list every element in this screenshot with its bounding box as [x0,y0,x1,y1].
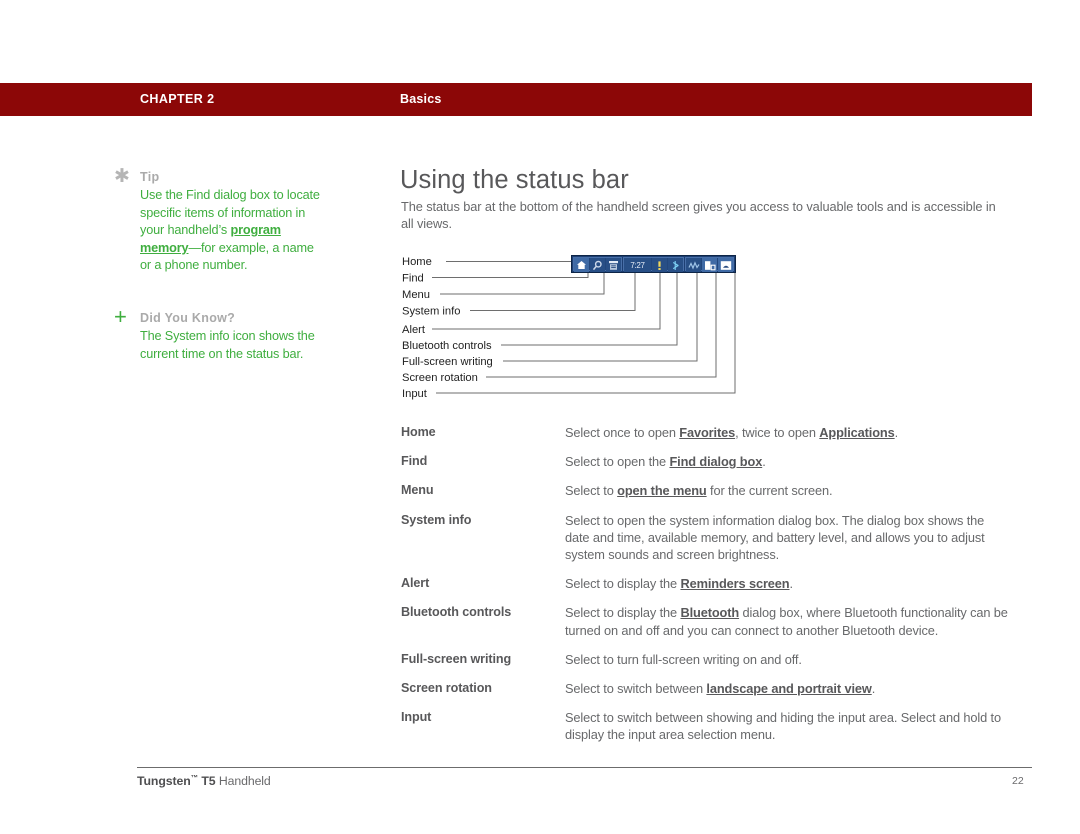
bluetooth-icon[interactable] [668,258,683,272]
callout-label-alert: Alert [402,324,426,336]
desc-text: . [789,576,794,592]
xref-reminders-screen[interactable]: Reminders screen [680,576,789,591]
callout-label-bluetooth-controls: Bluetooth controls [402,340,492,352]
definition-row: System info Select to open the system in… [401,512,1011,564]
chapter-label: CHAPTER 2 [140,92,215,106]
xref-bluetooth[interactable]: Bluetooth [680,605,739,620]
footer-product-name: Tungsten™ T5 Handheld [137,773,271,788]
definition-desc-find: Select to open the Find dialog box. [565,453,1011,470]
definition-term-alert: Alert [401,576,430,591]
desc-text: Select to switch between [565,681,707,697]
definition-row: Full-screen writing Select to turn full-… [401,651,1011,668]
callout-label-find: Find [402,273,424,285]
section-label: Basics [400,92,442,106]
footer-model: T5 [198,774,219,788]
definition-row: Menu Select to open the menu for the cur… [401,482,1011,499]
definition-term-input: Input [401,710,432,725]
home-icon[interactable] [574,258,589,272]
status-bar-group-left [573,257,622,272]
system-info-time[interactable]: 7:27 [624,258,651,272]
definition-desc-bluetooth-controls: Select to display the Bluetooth dialog b… [565,604,1011,638]
callout-label-input: Input [402,388,428,400]
leader-line-alert [432,271,661,330]
definition-row: Input Select to switch between showing a… [401,709,1011,743]
desc-text: . [871,681,876,697]
definition-term-home: Home [401,425,436,439]
page-number: 22 [1012,775,1024,787]
definition-row: Screen rotation Select to switch between… [401,680,1011,697]
definition-desc-system-info: Select to open the system information di… [565,512,985,563]
desc-text: Select to display the [565,605,681,621]
leader-line-input [436,271,736,394]
definition-desc-screen-rotation: Select to switch between landscape and p… [565,680,1011,697]
leader-line-find [432,271,589,278]
desc-text: for the current screen. [706,483,833,499]
definition-term-menu: Menu [401,483,434,498]
note-title-did-you-know: Did You Know? [140,311,236,325]
definition-desc-alert: Select to display the Reminders screen. [565,575,1011,592]
callout-label-screen-rotation: Screen rotation [402,372,478,384]
desc-text: . [762,454,766,470]
find-magnifier-icon[interactable] [590,258,605,272]
definition-term-screen-rotation: Screen rotation [401,681,492,696]
leader-line-full-screen-writing [503,271,698,362]
xref-applications[interactable]: Applications [819,425,894,440]
document-page: CHAPTER 2 Basics ✱ Tip Use the Find dial… [0,0,1080,834]
status-bar-group-right [685,257,734,272]
leader-line-bluetooth-controls [501,271,678,346]
footer-product-type: Handheld [218,774,271,788]
sidebar-note-did-you-know: + Did You Know? The System info icon sho… [114,304,326,363]
callout-label-menu: Menu [402,289,430,301]
definition-term-bluetooth-controls: Bluetooth controls [401,605,512,620]
xref-favorites[interactable]: Favorites [679,425,735,440]
definition-row: Home Select once to open Favorites, twic… [401,424,1011,441]
trademark-icon: ™ [190,773,199,782]
callout-label-home: Home [402,256,432,268]
menu-list-icon[interactable] [606,258,621,272]
footer-brand: Tungsten [137,774,191,788]
page-title: Using the status bar [400,166,629,194]
leader-line-system-info [470,271,636,311]
note-body-did-you-know: The System info icon shows the current t… [140,329,315,361]
intro-paragraph: The status bar at the bottom of the hand… [401,199,996,231]
status-bar-time-value: 7:27 [630,260,645,270]
sidebar-note-tip: ✱ Tip Use the Find dialog box to locate … [114,166,326,275]
definition-term-full-screen-writing: Full-screen writing [401,651,512,666]
note-title-tip: Tip [140,170,160,184]
definition-desc-full-screen-writing: Select to turn full-screen writing on an… [565,651,802,667]
asterisk-icon: ✱ [114,166,130,187]
desc-text: , twice to open [735,425,820,440]
definition-row: Bluetooth controls Select to display the… [401,604,1011,638]
desc-text: Select to display the [565,576,681,592]
definition-row: Find Select to open the Find dialog box. [401,453,1011,470]
definition-desc-input: Select to switch between showing and hid… [565,710,1001,743]
plus-icon: + [114,304,127,329]
xref-landscape-and-portrait-view[interactable]: landscape and portrait view [706,681,871,696]
callout-label-system-info: System info [402,306,460,318]
xref-find-dialog-box[interactable]: Find dialog box [669,454,762,469]
definition-desc-menu: Select to open the menu for the current … [565,482,1011,499]
xref-open-the-menu[interactable]: open the menu [617,483,707,498]
callout-label-full-screen-writing: Full-screen writing [402,356,493,368]
alert-bell-icon[interactable] [652,258,667,272]
full-screen-writing-icon[interactable] [686,258,701,272]
footer-divider [137,767,1032,768]
definition-term-find: Find [401,454,428,469]
desc-text: Select to [565,483,618,499]
input-area-icon[interactable] [718,258,733,272]
handheld-status-bar: 7:27 [571,255,736,273]
leader-line-menu [440,271,605,295]
note-body-tip: Use the Find dialog box to locate specif… [140,187,326,275]
definition-term-system-info: System info [401,512,472,527]
desc-text: Select once to open [565,425,680,440]
desc-text: Select to open the [565,454,670,470]
screen-rotation-icon[interactable] [702,258,717,272]
definition-desc-home: Select once to open Favorites, twice to … [565,424,1011,441]
status-bar-item-definition-list: Home Select once to open Favorites, twic… [401,424,1011,744]
definition-row: Alert Select to display the Reminders sc… [401,575,1011,592]
desc-text: . [894,425,899,440]
status-bar-group-middle: 7:27 [623,257,684,272]
